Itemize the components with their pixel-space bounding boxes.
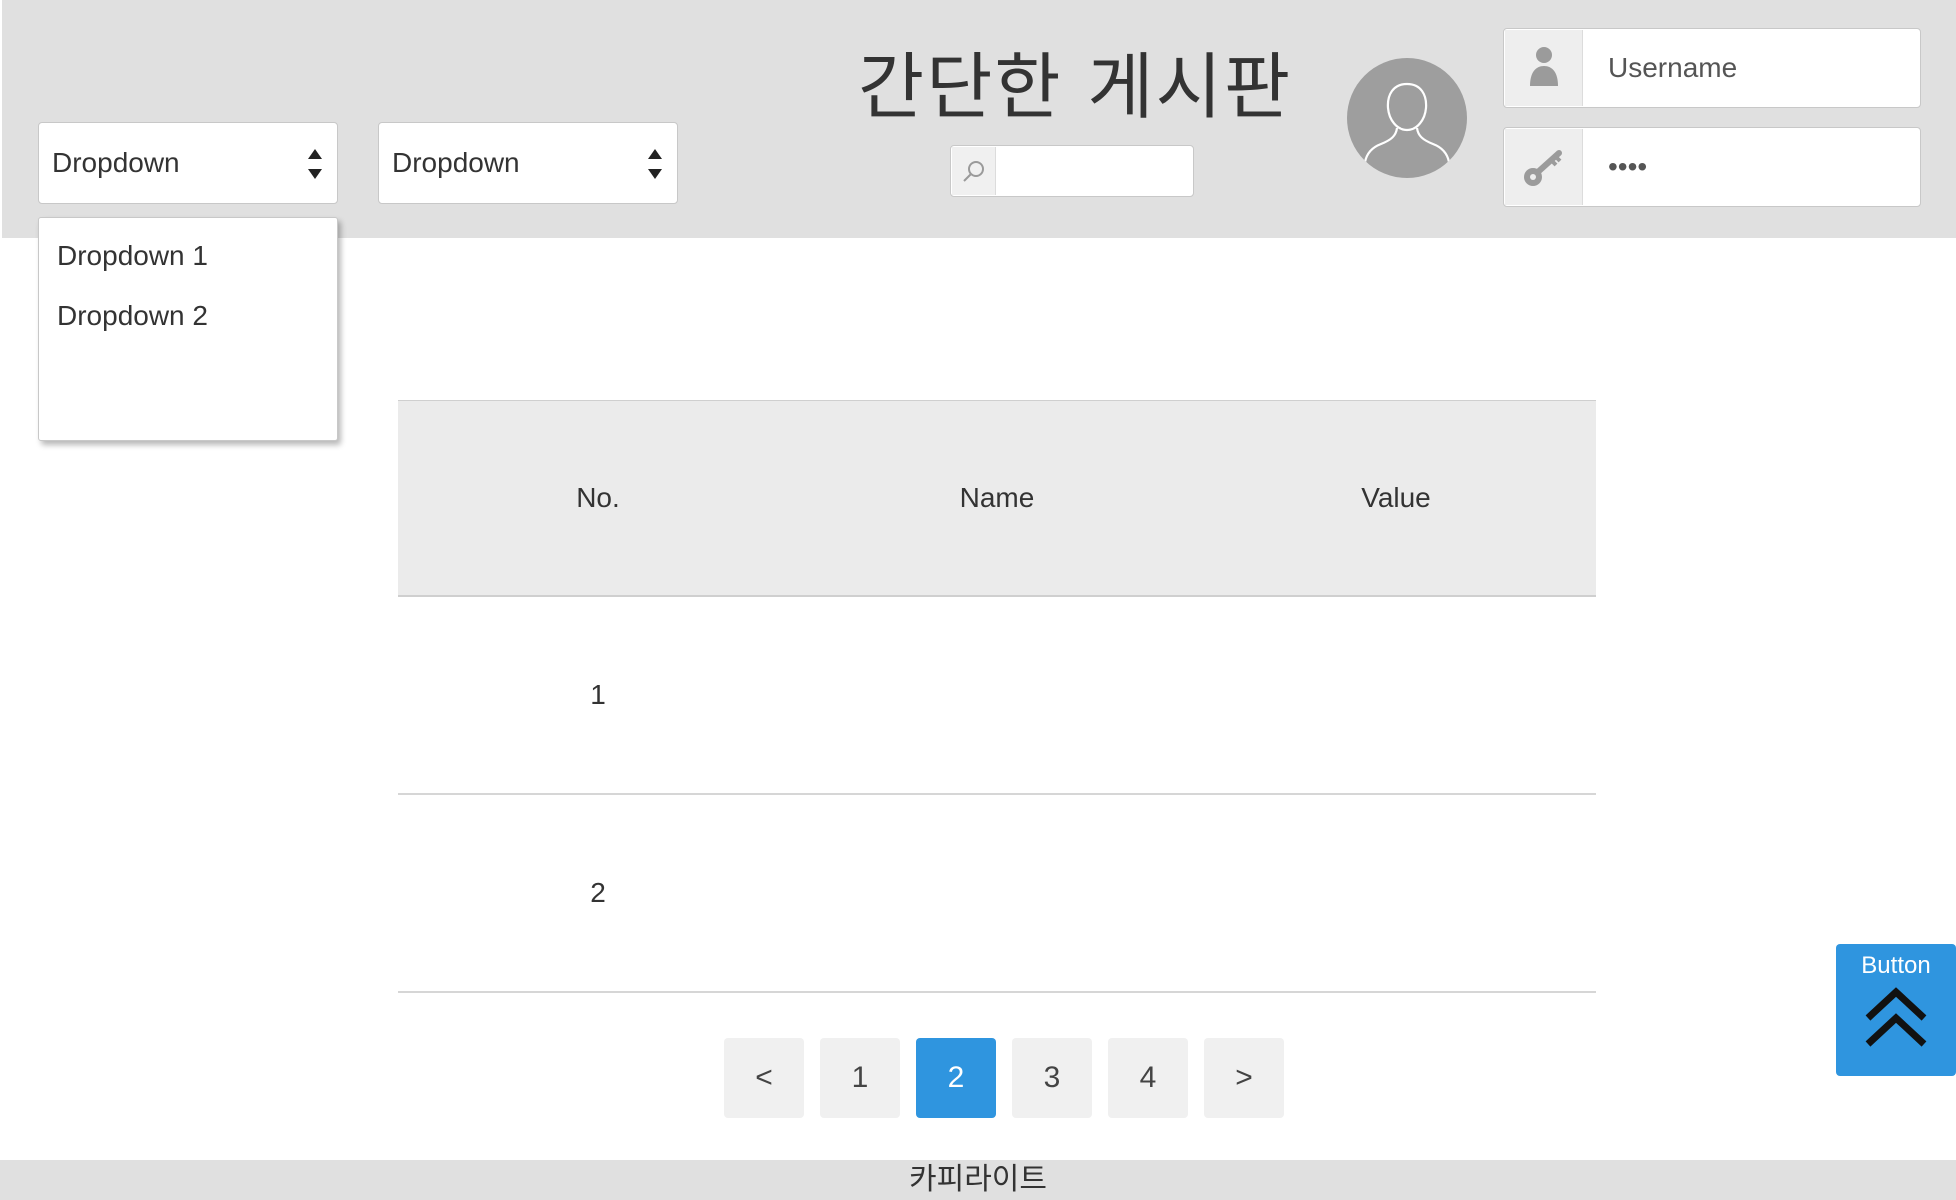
pagination-next-button[interactable]: >	[1204, 1038, 1284, 1118]
dropdown-menu-item[interactable]: Dropdown 2	[57, 300, 208, 332]
cell-no: 1	[590, 679, 606, 710]
pagination-page-3[interactable]: 3	[1012, 1038, 1092, 1118]
column-header-name: Name	[959, 482, 1035, 513]
scroll-to-top-button[interactable]: Button	[1836, 944, 1956, 1076]
dropdown-1[interactable]: Dropdown	[38, 122, 338, 204]
pagination-page-4[interactable]: 4	[1108, 1038, 1188, 1118]
username-value: Username	[1608, 52, 1738, 83]
dropdown-2-value: Dropdown	[392, 147, 520, 178]
data-table: No. Name Value 1 2	[398, 400, 1596, 993]
username-field[interactable]: Username	[1503, 28, 1921, 108]
page-title: 간단한 게시판	[857, 45, 1293, 129]
sort-arrows-icon	[308, 149, 322, 179]
table-row[interactable]: 2	[398, 795, 1596, 993]
cell-no: 2	[590, 877, 606, 908]
sort-arrows-icon	[648, 149, 662, 179]
password-value: ••••	[1608, 151, 1648, 182]
cell-name	[798, 597, 1196, 793]
column-header-value: Value	[1361, 482, 1431, 513]
person-icon	[1505, 30, 1583, 106]
column-header-no: No.	[576, 482, 620, 513]
avatar	[1347, 58, 1467, 178]
dropdown-menu: Dropdown 1 Dropdown 2	[38, 217, 338, 441]
dropdown-2[interactable]: Dropdown	[378, 122, 678, 204]
cell-value	[1196, 597, 1596, 793]
password-field[interactable]: ••••	[1503, 127, 1921, 207]
cell-value	[1196, 795, 1596, 991]
double-chevron-up-icon	[1865, 987, 1927, 1047]
user-silhouette-icon	[1363, 82, 1451, 163]
scroll-to-top-label: Button	[1861, 952, 1931, 979]
search-input[interactable]	[950, 145, 1194, 197]
dropdown-1-value: Dropdown	[52, 147, 180, 178]
search-icon	[952, 147, 996, 195]
dropdown-menu-item[interactable]: Dropdown 1	[57, 240, 208, 272]
key-icon	[1505, 129, 1583, 205]
footer-copyright: 카피라이트	[0, 1160, 1956, 1200]
pagination-page-2[interactable]: 2	[916, 1038, 996, 1118]
table-row[interactable]: 1	[398, 597, 1596, 795]
table-header-row: No. Name Value	[398, 400, 1596, 597]
cell-name	[798, 795, 1196, 991]
pagination-page-1[interactable]: 1	[820, 1038, 900, 1118]
pagination-prev-button[interactable]: <	[724, 1038, 804, 1118]
